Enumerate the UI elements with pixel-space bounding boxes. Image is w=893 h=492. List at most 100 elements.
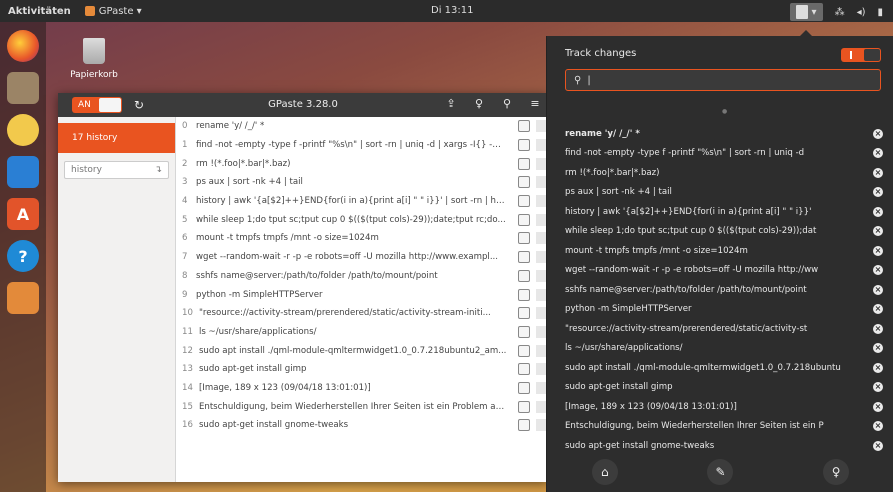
menu-icon[interactable]: ≡ xyxy=(528,97,542,111)
list-item[interactable]: 8 sshfs name@server:/path/to/folder /path… xyxy=(176,267,548,286)
delete-icon[interactable]: × xyxy=(873,265,883,276)
files-icon[interactable] xyxy=(7,72,39,104)
panel-list-item[interactable]: rm !(*.foo|*.bar|*.baz) × xyxy=(565,163,883,183)
delete-icon[interactable]: × xyxy=(873,382,883,393)
list-item[interactable]: 10 "resource://activity-stream/prerendere… xyxy=(176,304,548,323)
copy-icon[interactable] xyxy=(518,288,530,301)
delete-icon[interactable]: × xyxy=(873,362,883,373)
delete-icon[interactable]: × xyxy=(873,304,883,315)
home-icon[interactable]: ⌂ xyxy=(591,459,618,485)
sound-icon[interactable]: ◂) xyxy=(857,7,866,18)
panel-list-item[interactable]: history | awk '{a[$2]++}END{for(i in a){… xyxy=(565,202,883,222)
panel-list-item[interactable]: [Image, 189 x 123 (09/04/18 13:01:01)] × xyxy=(565,397,883,417)
panel-list-item[interactable]: mount -t tmpfs tmpfs /mnt -o size=1024m × xyxy=(565,241,883,261)
list-item[interactable]: 15 Entschuldigung, beim Wiederherstellen … xyxy=(176,397,548,416)
list-item[interactable]: 2 rm !(*.foo|*.bar|*.baz) xyxy=(176,154,548,173)
switch-history-icon[interactable]: ↴ xyxy=(154,165,162,175)
panel-list-item[interactable]: find -not -empty -type f -printf "%s\n" … xyxy=(565,144,883,164)
copy-icon[interactable] xyxy=(518,195,530,208)
copy-icon[interactable] xyxy=(518,363,530,376)
copy-icon[interactable] xyxy=(518,419,530,432)
panel-list-item[interactable]: sudo apt install ./qml-module-qmltermwid… xyxy=(565,358,883,378)
panel-list-item[interactable]: "resource://activity-stream/prerendered/… xyxy=(565,319,883,339)
item-index: 8 xyxy=(182,270,188,281)
delete-icon[interactable]: × xyxy=(873,284,883,295)
panel-list-item[interactable]: sudo apt-get install gimp × xyxy=(565,378,883,398)
delete-icon[interactable]: × xyxy=(873,343,883,354)
copy-icon[interactable] xyxy=(518,251,530,264)
delete-icon[interactable]: × xyxy=(873,167,883,178)
copy-icon[interactable] xyxy=(518,139,530,152)
panel-list-item[interactable]: sshfs name@server:/path/to/folder /path/… xyxy=(565,280,883,300)
item-text: "resource://activity-stream/prerendered/… xyxy=(198,308,491,319)
list-item[interactable]: 6 mount -t tmpfs tmpfs /mnt -o size=1024m xyxy=(176,229,548,248)
battery-icon[interactable]: ▮ xyxy=(877,7,883,18)
gpaste-dock-icon[interactable] xyxy=(7,282,39,314)
help-icon[interactable]: ? xyxy=(7,240,39,272)
list-item[interactable]: 16 sudo apt-get install gnome-tweaks xyxy=(176,416,548,435)
panel-list-item[interactable]: wget --random-wait -r -p -e robots=off -… xyxy=(565,261,883,281)
copy-icon[interactable] xyxy=(518,381,530,394)
sidebar-item-history[interactable]: 17 history xyxy=(58,123,175,153)
delete-icon[interactable]: × xyxy=(873,128,883,139)
trash-label: Papierkorb xyxy=(70,70,118,80)
list-item[interactable]: 12 sudo apt install ./qml-module-qmltermw… xyxy=(176,341,548,360)
delete-icon[interactable]: × xyxy=(873,401,883,412)
search-input[interactable]: ⚲ | xyxy=(565,69,881,91)
writer-icon[interactable] xyxy=(7,156,39,188)
network-icon[interactable]: ⁂ xyxy=(835,7,845,18)
activities-button[interactable]: Aktivitäten xyxy=(8,6,71,17)
panel-list-item[interactable]: rename 'y/ /_/' * × xyxy=(565,124,883,144)
app-menu[interactable]: GPaste ▾ xyxy=(84,6,142,17)
history-name-field[interactable]: history ↴ xyxy=(64,161,169,179)
item-text: history | awk '{a[$2]++}END{for(i in a){… xyxy=(196,196,506,207)
panel-list-item[interactable]: while sleep 1;do tput sc;tput cup 0 $(($… xyxy=(565,222,883,242)
copy-icon[interactable] xyxy=(518,157,530,170)
copy-icon[interactable] xyxy=(518,176,530,189)
list-item[interactable]: 1 find -not -empty -type f -printf "%s\n"… xyxy=(176,136,548,155)
panel-list-item[interactable]: ls ~/usr/share/applications/ × xyxy=(565,339,883,359)
delete-icon[interactable]: × xyxy=(873,148,883,159)
empty-history-icon[interactable]: ✎ xyxy=(707,459,734,485)
copy-icon[interactable] xyxy=(518,400,530,413)
upload-icon[interactable]: ⇪ xyxy=(444,97,458,111)
copy-icon[interactable] xyxy=(518,213,530,226)
panel-list-item[interactable]: python -m SimpleHTTPServer × xyxy=(565,300,883,320)
delete-icon[interactable]: × xyxy=(873,440,883,451)
firefox-icon[interactable] xyxy=(7,30,39,62)
copy-icon[interactable] xyxy=(518,232,530,245)
list-item[interactable]: 0 rename 'y/ /_/' * xyxy=(176,117,548,136)
list-item[interactable]: 3 ps aux | sort -nk +4 | tail xyxy=(176,173,548,192)
list-item[interactable]: 14 [Image, 189 x 123 (09/04/18 13:01:01)] xyxy=(176,379,548,398)
list-item[interactable]: 5 while sleep 1;do tput sc;tput cup 0 $((… xyxy=(176,210,548,229)
panel-list-item[interactable]: ps aux | sort -nk +4 | tail × xyxy=(565,183,883,203)
list-item[interactable]: 11 ls ~/usr/share/applications/ xyxy=(176,323,548,342)
search-icon[interactable]: ⚲ xyxy=(500,97,514,111)
delete-icon[interactable]: × xyxy=(873,323,883,334)
copy-icon[interactable] xyxy=(518,307,530,320)
copy-icon[interactable] xyxy=(518,120,530,133)
panel-list-item[interactable]: Entschuldigung, beim Wiederherstellen Ih… xyxy=(565,417,883,437)
bulb-icon[interactable]: ♀ xyxy=(472,97,486,111)
delete-icon[interactable]: × xyxy=(873,206,883,217)
list-item[interactable]: 4 history | awk '{a[$2]++}END{for(i in a)… xyxy=(176,192,548,211)
bulb-icon[interactable]: ♀ xyxy=(823,459,850,485)
item-index: 4 xyxy=(182,196,188,207)
desktop-trash[interactable]: Papierkorb xyxy=(70,38,118,80)
delete-icon[interactable]: × xyxy=(873,245,883,256)
track-changes-switch[interactable] xyxy=(841,48,881,62)
clock[interactable]: Di 13:11 xyxy=(431,5,473,16)
list-item[interactable]: 13 sudo apt-get install gimp xyxy=(176,360,548,379)
delete-icon[interactable]: × xyxy=(873,187,883,198)
copy-icon[interactable] xyxy=(518,269,530,282)
gpaste-tray-button[interactable]: ▾ xyxy=(789,3,823,21)
delete-icon[interactable]: × xyxy=(873,226,883,237)
item-text: find -not -empty -type f -printf "%s\n" … xyxy=(565,148,805,159)
list-item[interactable]: 7 wget --random-wait -r -p -e robots=off … xyxy=(176,248,548,267)
rhythmbox-icon[interactable] xyxy=(7,114,39,146)
list-item[interactable]: 9 python -m SimpleHTTPServer xyxy=(176,285,548,304)
copy-icon[interactable] xyxy=(518,325,530,338)
software-store-icon[interactable]: A xyxy=(7,198,39,230)
copy-icon[interactable] xyxy=(518,344,530,357)
delete-icon[interactable]: × xyxy=(873,421,883,432)
